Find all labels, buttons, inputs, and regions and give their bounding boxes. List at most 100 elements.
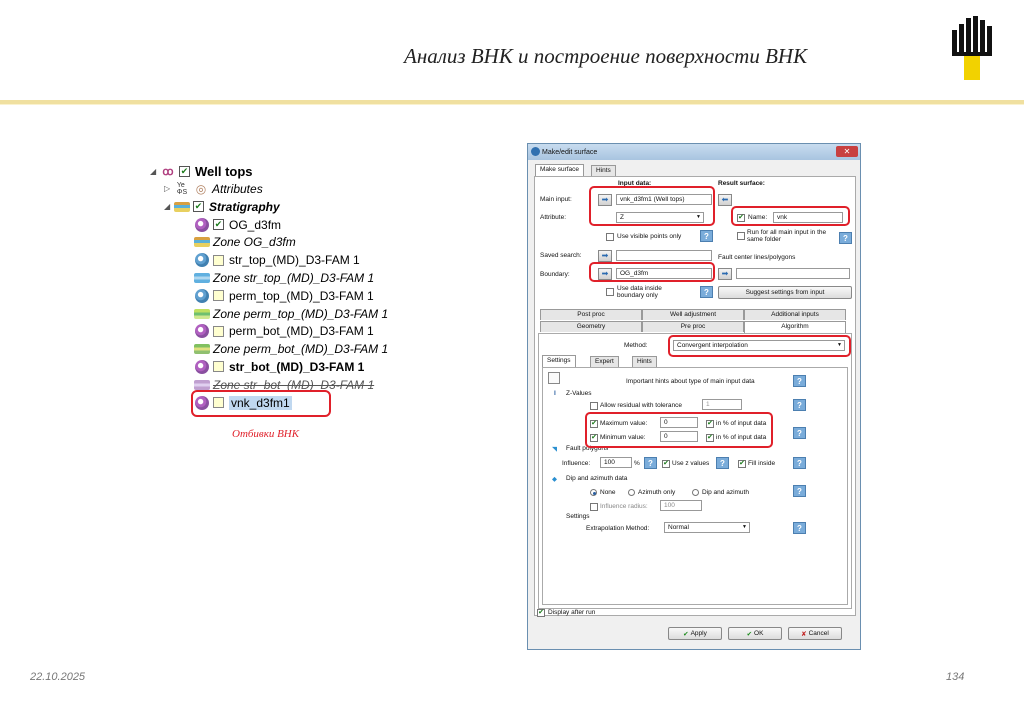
checkbox[interactable]: ✔ xyxy=(179,166,190,177)
tolerance-input[interactable]: 1 xyxy=(702,399,742,410)
tree-node-str-bot-md-d3-fam-1[interactable]: str_bot_(MD)_D3-FAM 1 xyxy=(194,358,364,375)
highlight-boundary xyxy=(589,262,715,282)
fill-inside-label: Fill inside xyxy=(748,460,776,467)
tab-additional-inputs[interactable]: Additional inputs xyxy=(744,309,846,320)
zone-swatch xyxy=(194,379,210,390)
zone-icon xyxy=(194,235,210,249)
footer-page-number: 134 xyxy=(946,671,965,683)
tree-node-zone-str-top-md-d3-fam-1[interactable]: Zone str_top_(MD)_D3-FAM 1 xyxy=(194,269,374,286)
influence-radius-label: Influence radius: xyxy=(600,503,648,510)
tree-node-perm-top-md-d3-fam-1[interactable]: perm_top_(MD)_D3-FAM 1 xyxy=(194,287,374,304)
company-logo xyxy=(950,16,998,82)
well-tops-icon: ꝏ xyxy=(162,166,174,178)
help-icon[interactable]: ? xyxy=(793,375,806,387)
fault-center-label: Fault center lines/polygons xyxy=(718,254,796,261)
subtab-hints[interactable]: Hints xyxy=(632,356,657,367)
use-data-inside-checkbox[interactable] xyxy=(606,288,614,296)
tree-node-og-d3fm[interactable]: ✔ OG_d3fm xyxy=(194,216,281,233)
result-surface-heading: Result surface: xyxy=(718,180,765,187)
expand-arrow-icon[interactable]: ▷ xyxy=(164,184,174,193)
checkbox[interactable]: ✔ xyxy=(193,201,204,212)
use-visible-checkbox[interactable] xyxy=(606,233,614,241)
collapse-arrow-icon[interactable]: ◢ xyxy=(150,167,160,176)
highlight-name xyxy=(731,206,850,226)
allow-residual-checkbox[interactable] xyxy=(590,402,598,410)
collapse-arrow-icon[interactable]: ◢ xyxy=(164,202,174,211)
boundary-label: Boundary: xyxy=(540,271,570,278)
run-for-all-checkbox[interactable] xyxy=(737,232,745,240)
help-icon[interactable]: ? xyxy=(793,427,806,439)
help-icon[interactable]: ? xyxy=(793,485,806,497)
checkbox[interactable] xyxy=(213,254,224,266)
influence-input[interactable]: 100 xyxy=(600,457,632,468)
tab-hints[interactable]: Hints xyxy=(591,165,616,176)
fill-inside-checkbox[interactable]: ✔ xyxy=(738,460,746,468)
tab-post-proc[interactable]: Post proc xyxy=(540,309,642,320)
tree-node-zone-perm-bot-md-d3-fam-1[interactable]: Zone perm_bot_(MD)_D3-FAM 1 xyxy=(194,341,388,358)
influence-radius-input[interactable]: 100 xyxy=(660,500,702,511)
help-icon[interactable]: ? xyxy=(716,457,729,469)
caption: Отбивки ВНК xyxy=(232,428,300,440)
tree-node-perm-bot-md-d3-fam-1[interactable]: perm_bot_(MD)_D3-FAM 1 xyxy=(194,323,374,340)
fault-polygon-icon: ◥ xyxy=(552,446,557,453)
tab-make-surface[interactable]: Make surface xyxy=(535,164,585,176)
tree-node-zone-perm-top-md-d3-fam-1[interactable]: Zone perm_top_(MD)_D3-FAM 1 xyxy=(194,305,388,322)
tree-node-stratigraphy[interactable]: ◢ ✔ Stratigraphy xyxy=(164,198,280,215)
tree-node-str-top-md-d3-fam-1[interactable]: str_top_(MD)_D3-FAM 1 xyxy=(194,252,360,269)
tree-node-attributes[interactable]: ▷ Ye ΦS ◎ Attributes xyxy=(164,180,263,197)
help-icon[interactable]: ? xyxy=(644,457,657,469)
footer-date: 22.10.2025 xyxy=(30,671,86,683)
close-icon[interactable]: ✕ xyxy=(836,146,858,157)
z-values-icon: I xyxy=(554,390,556,397)
help-icon[interactable]: ? xyxy=(793,399,806,411)
help-icon[interactable]: ? xyxy=(700,230,713,242)
radio-azimuth-only[interactable] xyxy=(628,489,635,496)
dip-azimuth-heading: Dip and azimuth data xyxy=(566,475,628,482)
horizon-icon xyxy=(194,253,210,268)
checkbox[interactable] xyxy=(213,325,224,337)
subtab-expert[interactable]: Expert xyxy=(590,356,619,367)
dip-azimuth-icon: ◆ xyxy=(552,476,557,483)
radio-none[interactable] xyxy=(590,489,597,496)
tree-node-zone-og-d3fm[interactable]: Zone OG_d3fm xyxy=(194,234,296,251)
tab-algorithm[interactable]: Algorithm xyxy=(744,321,846,333)
checkbox[interactable]: ✔ xyxy=(213,219,224,230)
tab-well-adjustment[interactable]: Well adjustment xyxy=(642,309,744,320)
ok-button[interactable]: ✔ OK xyxy=(728,627,782,640)
apply-button[interactable]: ✔ Apply xyxy=(668,627,722,640)
radio-dip-azimuth[interactable] xyxy=(692,489,699,496)
use-z-checkbox[interactable]: ✔ xyxy=(662,460,670,468)
checkbox[interactable] xyxy=(213,361,224,373)
insert-arrow-icon[interactable]: ➡ xyxy=(598,250,612,262)
tree-label: Attributes xyxy=(212,181,263,196)
hints-text: Important hints about type of main input… xyxy=(626,378,755,385)
tree-label: perm_top_(MD)_D3-FAM 1 xyxy=(229,288,374,303)
help-icon[interactable]: ? xyxy=(839,232,852,244)
dialog-titlebar: Make/edit surface ✕ xyxy=(528,144,860,160)
fault-center-field[interactable] xyxy=(736,268,850,279)
display-after-run-checkbox[interactable]: ✔ xyxy=(537,609,545,617)
tree-node-well-tops[interactable]: ◢ ꝏ ✔ Well tops xyxy=(150,163,253,180)
tree-label: str_bot_(MD)_D3-FAM 1 xyxy=(229,359,365,374)
apply-check-icon: ✔ xyxy=(683,630,689,638)
help-icon[interactable]: ? xyxy=(700,286,713,298)
cancel-button[interactable]: ✘ Cancel xyxy=(788,627,842,640)
influence-label: Influence: xyxy=(562,460,591,467)
saved-search-field[interactable] xyxy=(616,250,712,261)
influence-radius-checkbox[interactable] xyxy=(590,503,598,511)
insert-arrow-icon[interactable]: ⬅ xyxy=(718,194,732,206)
tab-pre-proc[interactable]: Pre proc xyxy=(642,321,744,332)
insert-arrow-icon[interactable]: ➡ xyxy=(718,268,732,280)
zone-icon xyxy=(194,307,210,321)
tab-geometry[interactable]: Geometry xyxy=(540,321,642,332)
checkbox[interactable] xyxy=(213,290,224,302)
ok-check-icon: ✔ xyxy=(746,630,753,638)
help-icon[interactable]: ? xyxy=(793,522,806,534)
help-icon[interactable]: ? xyxy=(793,457,806,469)
tree-label: Zone perm_bot_(MD)_D3-FAM 1 xyxy=(213,342,389,357)
subtab-settings[interactable]: Settings xyxy=(542,355,576,367)
horizon-swatch xyxy=(195,324,209,339)
extrapolation-select[interactable]: Normal xyxy=(664,522,750,533)
suggest-settings-button[interactable]: Suggest settings from input xyxy=(718,286,852,299)
tree-label: Well tops xyxy=(195,164,253,179)
